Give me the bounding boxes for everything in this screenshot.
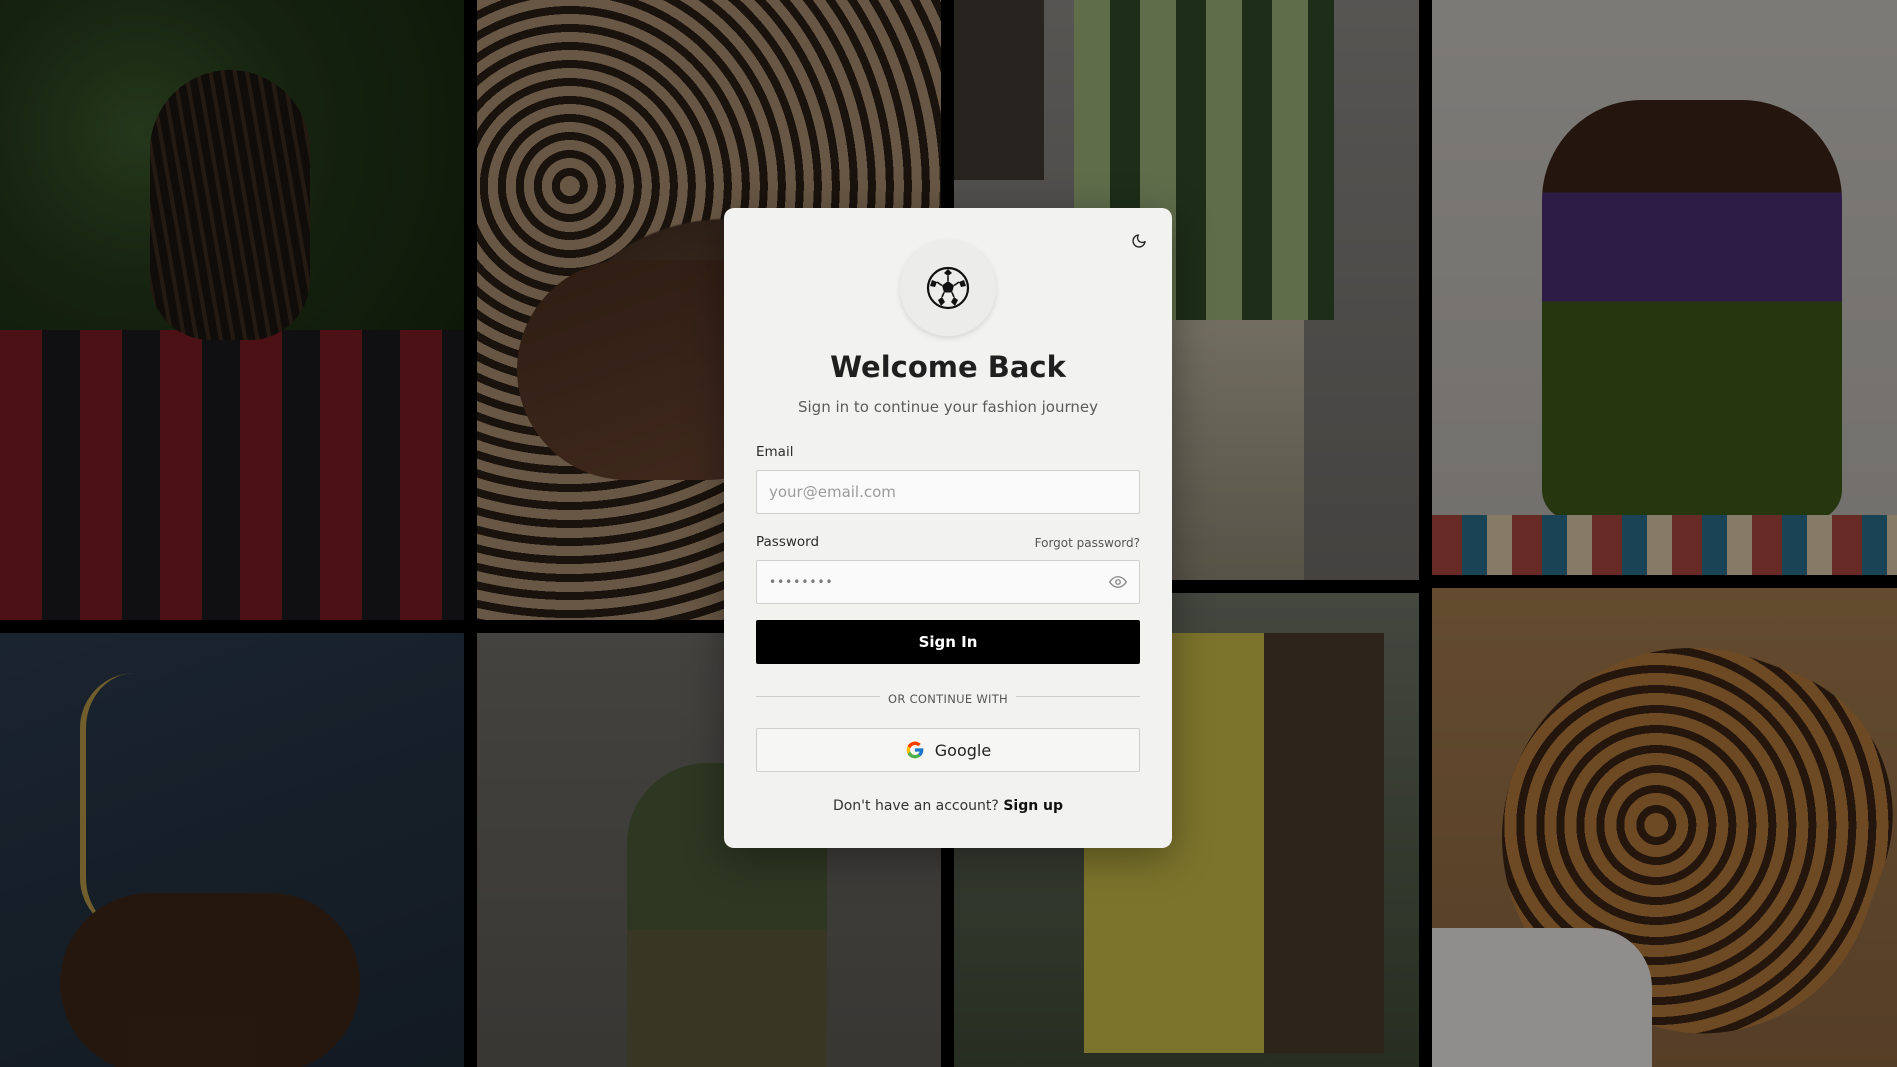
password-field[interactable]: •••••••• xyxy=(756,560,1140,604)
gallery-photo xyxy=(0,0,464,620)
gallery-photo xyxy=(1432,588,1897,1067)
login-card: Welcome Back Sign in to continue your fa… xyxy=(724,208,1172,848)
email-field[interactable]: your@email.com xyxy=(756,470,1140,514)
divider-label: OR CONTINUE WITH xyxy=(880,692,1016,706)
theme-toggle-button[interactable] xyxy=(1128,230,1150,252)
google-button-label: Google xyxy=(934,740,992,760)
page-subtitle: Sign in to continue your fashion journey xyxy=(797,398,1099,416)
password-label: Password xyxy=(756,534,820,550)
show-password-button[interactable] xyxy=(1109,573,1129,593)
football-icon xyxy=(926,266,970,310)
sign-up-link[interactable]: Sign up xyxy=(1003,798,1063,814)
sign-in-button[interactable]: Sign In xyxy=(756,620,1140,664)
password-value: •••••••• xyxy=(769,575,834,589)
signup-prompt: Don't have an account? Sign up xyxy=(724,798,1172,814)
email-label: Email xyxy=(756,444,794,460)
divider: OR CONTINUE WITH xyxy=(724,688,1172,707)
page-title: Welcome Back xyxy=(830,350,1066,384)
google-signin-button[interactable]: Google xyxy=(756,728,1140,772)
eye-icon xyxy=(1109,576,1127,588)
forgot-password-link[interactable]: Forgot password? xyxy=(1035,536,1140,550)
gallery-photo xyxy=(1432,0,1897,575)
logo xyxy=(900,240,996,336)
gallery-photo xyxy=(0,633,464,1067)
email-placeholder: your@email.com xyxy=(769,483,896,501)
signup-prompt-text: Don't have an account? xyxy=(832,798,999,814)
google-icon xyxy=(906,741,924,759)
moon-icon xyxy=(1132,234,1146,248)
